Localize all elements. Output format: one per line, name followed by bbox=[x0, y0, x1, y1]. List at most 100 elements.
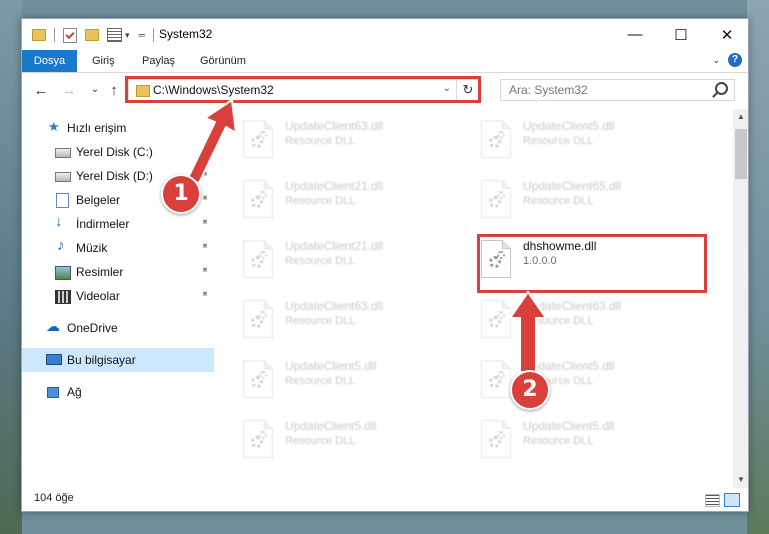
file-tile[interactable]: UpdateClient63.dll Resource DLL bbox=[453, 292, 683, 342]
step-1-badge: 1 bbox=[161, 174, 201, 214]
sidebar-item-quick-access[interactable]: ★ Hızlı erişim bbox=[22, 116, 214, 140]
file-tile[interactable]: UpdateClient5.dll Resource DLL bbox=[215, 412, 445, 462]
properties-check-icon[interactable] bbox=[63, 27, 77, 43]
file-description: Resource DLL bbox=[523, 135, 594, 147]
file-tile-dhshowme[interactable]: dhshowme.dll 1.0.0.0 bbox=[453, 232, 683, 282]
forward-button[interactable]: → bbox=[60, 82, 78, 99]
vertical-scrollbar[interactable]: ▲ ▼ bbox=[733, 109, 748, 488]
new-folder-icon[interactable] bbox=[85, 29, 99, 41]
search-input[interactable]: Ara: System32 bbox=[500, 79, 735, 101]
sidebar-item-downloads[interactable]: ↓ İndirmeler ✦ bbox=[22, 212, 214, 236]
close-button[interactable]: ✕ bbox=[704, 19, 748, 50]
sidebar-item-onedrive[interactable]: ☁ OneDrive bbox=[22, 316, 214, 340]
file-name: UpdateClient5.dll bbox=[523, 419, 615, 433]
cloud-icon: ☁ bbox=[46, 318, 60, 334]
tab-view[interactable]: Görünüm bbox=[190, 50, 256, 72]
file-name: UpdateClient21.dll bbox=[285, 239, 384, 253]
toolbar-divider bbox=[54, 28, 55, 42]
file-tile[interactable]: UpdateClient21.dll Resource DLL bbox=[215, 172, 445, 222]
scroll-down-arrow-icon[interactable]: ▼ bbox=[733, 472, 748, 488]
large-icons-view-icon[interactable] bbox=[724, 493, 740, 507]
address-path[interactable]: C:\Windows\System32 bbox=[153, 83, 274, 97]
file-version: 1.0.0.0 bbox=[523, 255, 557, 267]
sidebar-item-videos[interactable]: Videolar ✦ bbox=[22, 284, 214, 308]
maximize-button[interactable]: ☐ bbox=[658, 19, 704, 50]
file-tile[interactable]: UpdateClient21.dll Resource DLL bbox=[215, 232, 445, 282]
sidebar-item-network[interactable]: Ağ bbox=[22, 380, 214, 404]
file-tile[interactable]: UpdateClient5.dll Resource DLL bbox=[453, 412, 683, 462]
file-name: UpdateClient5.dll bbox=[523, 119, 615, 133]
videos-icon bbox=[55, 290, 71, 304]
sidebar-item-label: Videolar bbox=[76, 289, 120, 303]
dll-file-icon bbox=[243, 120, 273, 158]
help-icon[interactable]: ? bbox=[728, 53, 742, 67]
sidebar-item-music[interactable]: ♪ Müzik ✦ bbox=[22, 236, 214, 260]
toolbar-divider bbox=[152, 28, 154, 42]
step-2-badge: 2 bbox=[510, 370, 550, 410]
file-tile[interactable]: UpdateClient65.dll Resource DLL bbox=[453, 172, 683, 222]
refresh-button[interactable]: ↻ bbox=[456, 80, 479, 100]
pin-icon[interactable]: ✦ bbox=[197, 168, 211, 182]
file-name: UpdateClient63.dll bbox=[285, 119, 384, 133]
dll-file-icon bbox=[481, 240, 511, 278]
file-name: UpdateClient5.dll bbox=[285, 359, 377, 373]
pin-icon[interactable]: ✦ bbox=[197, 288, 211, 302]
file-list: UpdateClient63.dll Resource DLL UpdateCl… bbox=[215, 109, 733, 489]
pin-icon[interactable]: ✦ bbox=[197, 240, 211, 254]
address-bar[interactable]: C:\Windows\System32 ⌄ ↻ bbox=[128, 79, 480, 101]
sidebar-item-pictures[interactable]: Resimler ✦ bbox=[22, 260, 214, 284]
file-name: UpdateClient21.dll bbox=[285, 179, 384, 193]
sidebar-item-label: Ağ bbox=[67, 385, 82, 399]
tab-file[interactable]: Dosya bbox=[22, 50, 77, 72]
sidebar-item-label: Yerel Disk (C:) bbox=[76, 145, 153, 159]
ribbon-tabs: Dosya Giriş Paylaş Görünüm ⌄ ? bbox=[22, 50, 748, 73]
sidebar-item-label: Yerel Disk (D:) bbox=[76, 169, 153, 183]
window-title: System32 bbox=[159, 27, 213, 41]
chevron-down-icon[interactable]: ⌄ bbox=[443, 83, 451, 94]
scroll-thumb[interactable] bbox=[735, 129, 747, 179]
navigation-pane: ★ Hızlı erişim Yerel Disk (C:) ✦ Yerel D… bbox=[22, 109, 214, 489]
file-description: Resource DLL bbox=[285, 195, 356, 207]
details-view-icon[interactable] bbox=[705, 494, 720, 507]
item-count: 104 öğe bbox=[34, 492, 74, 504]
sidebar-item-label: Müzik bbox=[76, 241, 108, 255]
drive-icon bbox=[55, 172, 71, 182]
file-tile[interactable]: UpdateClient5.dll Resource DLL bbox=[215, 352, 445, 402]
back-button[interactable]: ← bbox=[32, 82, 50, 99]
chevron-down-icon[interactable]: ⌄ bbox=[712, 55, 720, 66]
file-description: Resource DLL bbox=[285, 135, 356, 147]
sidebar-item-local-disk-c[interactable]: Yerel Disk (C:) ✦ bbox=[22, 140, 214, 164]
search-icon bbox=[715, 82, 728, 95]
dll-file-icon bbox=[243, 240, 273, 278]
sidebar-item-this-pc[interactable]: Bu bilgisayar bbox=[22, 348, 214, 372]
file-tile[interactable]: UpdateClient5.dll Resource DLL bbox=[453, 112, 683, 162]
scroll-up-arrow-icon[interactable]: ▲ bbox=[733, 109, 748, 125]
sidebar-item-label: OneDrive bbox=[67, 321, 118, 335]
sidebar-item-label: Hızlı erişim bbox=[67, 121, 127, 135]
navigation-bar: ← → ⌄ ↑ C:\Windows\System32 ⌄ ↻ Ara: Sys… bbox=[22, 73, 748, 108]
sidebar-item-label: Bu bilgisayar bbox=[67, 353, 136, 367]
dll-file-icon bbox=[481, 300, 511, 338]
dll-file-icon bbox=[481, 360, 511, 398]
file-description: Resource DLL bbox=[523, 195, 594, 207]
pin-icon[interactable]: ✦ bbox=[197, 264, 211, 278]
drive-icon bbox=[55, 148, 71, 158]
minimize-button[interactable]: — bbox=[612, 19, 658, 50]
chevron-down-icon[interactable]: ▾ bbox=[125, 30, 130, 41]
up-button[interactable]: ↑ bbox=[105, 82, 123, 99]
title-bar: ▾ ═ System32 — ☐ ✕ bbox=[22, 19, 748, 50]
tab-home[interactable]: Giriş bbox=[82, 50, 125, 72]
file-tile[interactable]: UpdateClient5.dll Resource DLL bbox=[453, 352, 683, 402]
file-description: Resource DLL bbox=[285, 435, 356, 447]
pin-icon[interactable]: ✦ bbox=[197, 144, 211, 158]
file-tile[interactable]: UpdateClient63.dll Resource DLL bbox=[215, 112, 445, 162]
file-tile[interactable]: UpdateClient63.dll Resource DLL bbox=[215, 292, 445, 342]
properties-icon[interactable] bbox=[107, 28, 122, 42]
dll-file-icon bbox=[243, 300, 273, 338]
customize-toolbar-icon[interactable]: ═ bbox=[139, 30, 145, 40]
file-name: UpdateClient63.dll bbox=[523, 299, 622, 313]
sidebar-item-label: İndirmeler bbox=[76, 217, 130, 231]
pin-icon[interactable]: ✦ bbox=[197, 216, 211, 230]
recent-locations-button[interactable]: ⌄ bbox=[86, 84, 104, 95]
tab-share[interactable]: Paylaş bbox=[132, 50, 185, 72]
